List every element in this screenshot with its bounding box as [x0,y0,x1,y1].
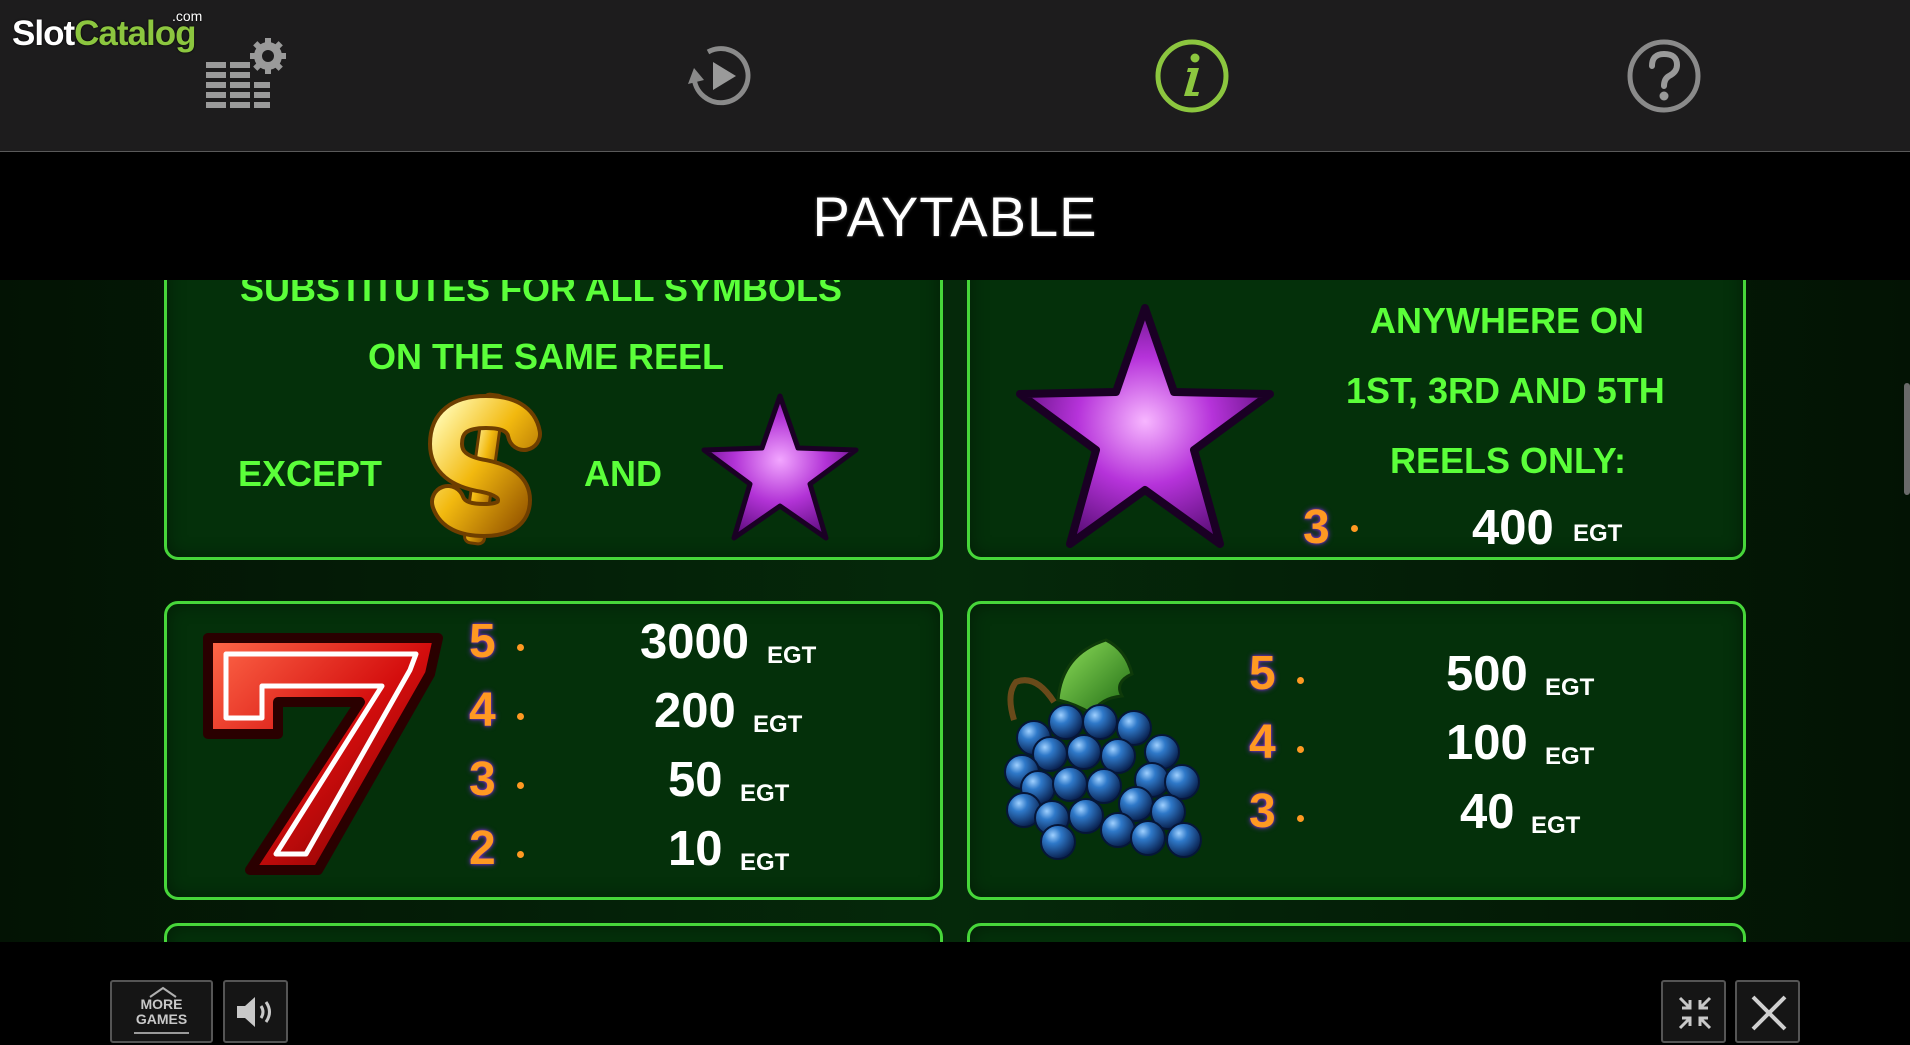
settings-icon[interactable] [202,36,286,116]
seven-payout-3: 50 [668,753,723,807]
star-scatter-symbol-icon [1016,304,1274,548]
exit-fullscreen-button[interactable] [1661,980,1726,1043]
logo-text-domain: .com [172,8,203,24]
seven-count-2: 2 [469,822,496,875]
next-card-left [164,923,943,942]
scatter-count: 3 [1303,501,1330,554]
grapes-unit-4: EGT [1545,743,1595,770]
scatter-description-line2: 1ST, 3RD AND 5TH [1346,370,1665,411]
wild-description-line1: SUBSTITUTES FOR ALL SYMBOLS [240,280,843,309]
and-label: AND [584,453,662,494]
grapes-payout-5: 500 [1446,647,1528,701]
scatter-count-dot [1351,525,1358,532]
grapes-unit-3: EGT [1531,812,1581,839]
star-symbol-small-icon [701,393,859,541]
grapes-count-4: 4 [1249,716,1276,769]
paytable-content: SUBSTITUTES FOR ALL SYMBOLS ON THE SAME … [0,280,1910,942]
seven-count-3: 3 [469,753,496,806]
slotcatalog-logo: SlotCatalog .com [12,8,202,54]
except-label: EXCEPT [238,453,383,494]
close-icon [1751,995,1787,1031]
scatter-description-line1: ANYWHERE ON [1370,300,1645,341]
wild-description-line2: ON THE SAME REEL [368,336,725,377]
top-toolbar: SlotCatalog .com [0,0,1910,152]
close-button[interactable] [1735,980,1800,1043]
grapes-payout-4: 100 [1446,716,1528,770]
seven-unit-4: EGT [753,711,803,738]
seven-unit-3: EGT [740,780,790,807]
scrollbar[interactable] [1904,383,1910,495]
info-icon[interactable] [1152,36,1232,116]
grapes-dot-3 [1297,815,1304,822]
grapes-count-5: 5 [1249,647,1276,700]
grapes-count-3: 3 [1249,785,1276,838]
scatter-description-line3: REELS ONLY: [1390,440,1627,481]
help-icon[interactable] [1624,36,1704,116]
seven-unit-2: EGT [740,849,790,876]
grapes-symbol-icon [1004,638,1202,860]
grapes-dot-4 [1297,746,1304,753]
grapes-dot-5 [1297,677,1304,684]
more-games-label-line2: GAMES [135,1011,188,1027]
scatter-payout: 400 [1472,501,1554,555]
grapes-unit-5: EGT [1545,674,1595,701]
sound-button[interactable] [223,980,288,1043]
scatter-payout-unit: EGT [1573,520,1623,547]
speaker-icon [237,997,271,1027]
seven-dot-2 [517,851,524,858]
page-title: PAYTABLE [812,184,1098,248]
red-seven-symbol-icon [203,633,443,875]
seven-count-5: 5 [469,615,496,668]
more-games-label-line1: MORE [140,996,183,1012]
title-bar: PAYTABLE [0,152,1910,280]
autoplay-icon[interactable] [680,36,760,116]
seven-dot-3 [517,782,524,789]
seven-dot-4 [517,713,524,720]
seven-count-4: 4 [469,684,496,737]
seven-payout-2: 10 [668,822,723,876]
seven-dot-5 [517,644,524,651]
minimize-icon [1678,996,1712,1030]
seven-payout-4: 200 [654,684,736,738]
next-card-right [967,923,1746,942]
dollar-symbol-icon [427,392,542,546]
seven-unit-5: EGT [767,642,817,669]
logo-text-slot: Slot [12,14,75,53]
more-games-button[interactable]: MORE GAMES [110,980,213,1043]
seven-payout-5: 3000 [640,615,750,669]
grapes-payout-3: 40 [1460,785,1515,839]
